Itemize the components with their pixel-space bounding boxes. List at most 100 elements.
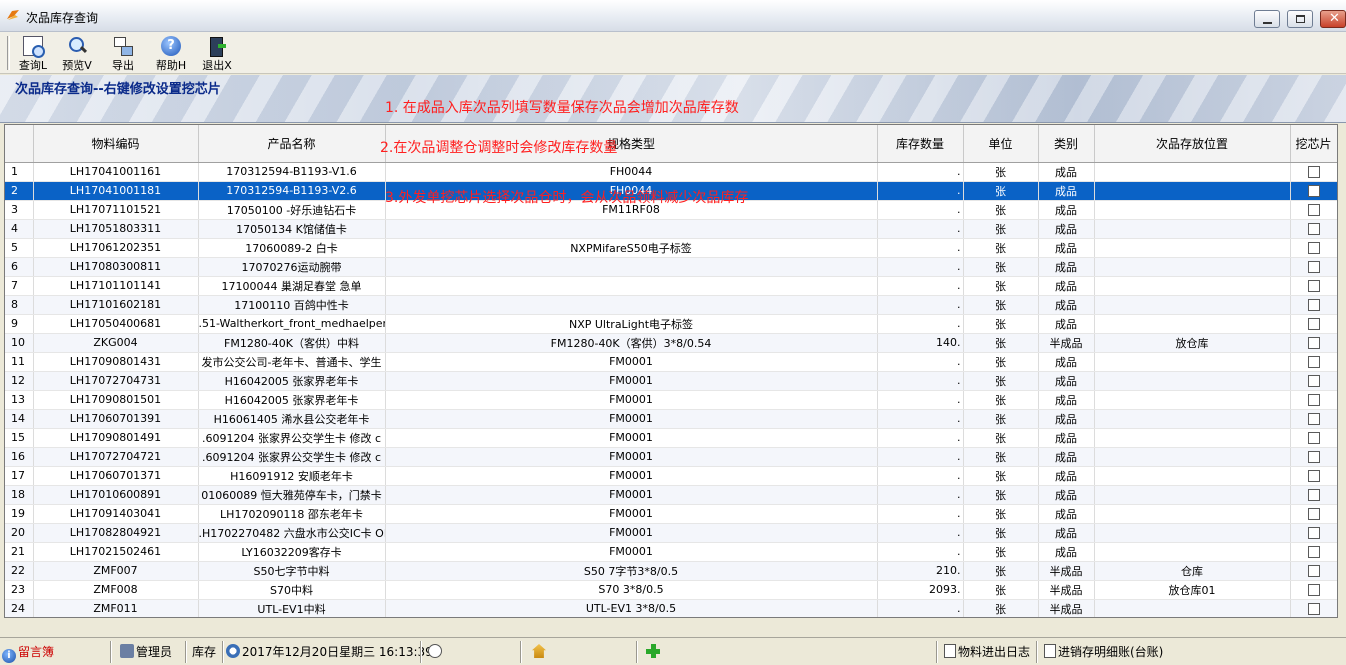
chip-extract-checkbox[interactable] <box>1307 204 1320 216</box>
row-number-cell[interactable]: 3 <box>5 200 34 220</box>
row-number-cell[interactable]: 21 <box>5 542 34 562</box>
material-code-cell[interactable]: ZMF011 <box>33 599 199 617</box>
chip-extract-checkbox[interactable] <box>1307 470 1320 482</box>
defect-location-cell[interactable] <box>1094 276 1291 296</box>
table-row[interactable]: 17 LH17060701371 H16091912 安顺老年卡 FM0001. 张成品 <box>5 466 1337 486</box>
stock-qty-cell[interactable]: . <box>877 504 964 524</box>
table-row[interactable]: 1 LH17041001161 170312594-B1193-V1.6 FH0044… <box>5 162 1337 182</box>
row-number-cell[interactable]: 22 <box>5 561 34 581</box>
unit-cell[interactable]: 张 <box>963 333 1039 353</box>
chip-extract-checkbox[interactable] <box>1307 508 1320 520</box>
row-number-cell[interactable]: 16 <box>5 447 34 467</box>
stock-qty-cell[interactable]: . <box>877 466 964 486</box>
category-cell[interactable]: 半成品 <box>1038 599 1095 617</box>
stock-qty-cell[interactable]: . <box>877 523 964 543</box>
chip-extract-checkbox[interactable] <box>1307 546 1320 558</box>
defect-location-cell[interactable] <box>1094 200 1291 220</box>
product-name-cell[interactable]: S50七字节中料 <box>198 561 386 581</box>
row-number-cell[interactable]: 6 <box>5 257 34 277</box>
chip-extract-checkbox[interactable] <box>1307 394 1320 406</box>
product-name-cell[interactable]: 17100044 巢湖足春堂 急单 <box>198 276 386 296</box>
table-row[interactable]: 13 LH17090801501 H16042005 张家界老年卡 FM0001. 张成… <box>5 390 1337 410</box>
home-item[interactable] <box>532 642 546 662</box>
category-cell[interactable]: 半成品 <box>1038 580 1095 600</box>
unit-cell[interactable]: 张 <box>963 371 1039 391</box>
defect-location-cell[interactable] <box>1094 371 1291 391</box>
defect-location-cell[interactable] <box>1094 542 1291 562</box>
material-code-cell[interactable]: LH17090801491 <box>33 428 199 448</box>
chip-extract-checkbox[interactable] <box>1307 489 1320 501</box>
table-row[interactable]: 8 LH17101602181 17100110 百鸽中性卡. 张成品 <box>5 295 1337 315</box>
material-code-cell[interactable]: LH17071101521 <box>33 200 199 220</box>
material-code-cell[interactable]: ZKG004 <box>33 333 199 353</box>
unit-cell[interactable]: 张 <box>963 428 1039 448</box>
chip-extract-checkbox[interactable] <box>1307 356 1320 368</box>
chip-extract-checkbox[interactable] <box>1307 432 1320 444</box>
material-code-cell[interactable]: ZMF008 <box>33 580 199 600</box>
defect-location-cell[interactable] <box>1094 162 1291 182</box>
table-row[interactable]: 2 LH17041001181 170312594-B1193-V2.6 FH0044… <box>5 181 1337 201</box>
stock-qty-cell[interactable]: 2093. <box>877 580 964 600</box>
material-log-item[interactable]: 物料进出日志 <box>944 642 1030 662</box>
table-row[interactable]: 6 LH17080300811 17070276运动腕带. 张成品 <box>5 257 1337 277</box>
product-name-cell[interactable]: H16042005 张家界老年卡 <box>198 371 386 391</box>
table-row[interactable]: 7 LH17101101141 17100044 巢湖足春堂 急单. 张成品 <box>5 276 1337 296</box>
unit-cell[interactable]: 张 <box>963 390 1039 410</box>
table-row[interactable]: 24 ZMF011 UTL-EV1中料 UTL-EV1 3*8/0.5. 张半成品 <box>5 599 1337 617</box>
table-row[interactable]: 5 LH17061202351 17060089-2 白卡 NXPMifareS50电… <box>5 238 1337 258</box>
unit-cell[interactable]: 张 <box>963 580 1039 600</box>
table-row[interactable]: 15 LH17090801491.6091204 张家界公交学生卡 修改 c FM0… <box>5 428 1337 448</box>
chip-extract-checkbox[interactable] <box>1307 565 1320 577</box>
product-name-cell[interactable]: LH1702090118 邵东老年卡 <box>198 504 386 524</box>
stock-qty-cell[interactable]: . <box>877 238 964 258</box>
maximize-button[interactable] <box>1287 10 1313 28</box>
stock-qty-cell[interactable]: 210. <box>877 561 964 581</box>
product-name-cell[interactable]: 发市公交公司-老年卡、普通卡、学生 <box>198 352 386 372</box>
row-number-cell[interactable]: 10 <box>5 333 34 353</box>
chip-extract-checkbox[interactable] <box>1307 299 1320 311</box>
unit-cell[interactable]: 张 <box>963 295 1039 315</box>
table-row[interactable]: 14 LH17060701391 H16061405 浠水县公交老年卡 FM0001.… <box>5 409 1337 429</box>
stock-qty-cell[interactable]: . <box>877 371 964 391</box>
product-name-cell[interactable]: 170312594-B1193-V2.6 <box>198 181 386 201</box>
product-name-cell[interactable]: 170312594-B1193-V1.6 <box>198 162 386 182</box>
product-name-cell[interactable]: FM1280-40K（客供）中料 <box>198 333 386 353</box>
category-cell[interactable]: 成品 <box>1038 447 1095 467</box>
product-name-cell[interactable]: S70中料 <box>198 580 386 600</box>
product-name-cell[interactable]: .51-Waltherkort_front_medhaelper <box>198 314 386 334</box>
material-code-cell[interactable]: LH17050400681 <box>33 314 199 334</box>
defect-location-cell[interactable] <box>1094 447 1291 467</box>
table-row[interactable]: 21 LH17021502461 LY16032209客存卡 FM0001. 张成品 <box>5 542 1337 562</box>
inventory-grid[interactable]: 物料编码 产品名称 规格类型 库存数量 单位 类别 次品存放位置 挖芯片 1 LH1704100… <box>4 124 1338 618</box>
export-button[interactable]: 导出 <box>102 34 144 72</box>
spec-type-header[interactable]: 规格类型 <box>385 125 878 163</box>
row-number-cell[interactable]: 8 <box>5 295 34 315</box>
chip-extract-checkbox[interactable] <box>1307 603 1320 615</box>
product-name-cell[interactable]: H16091912 安顺老年卡 <box>198 466 386 486</box>
material-code-cell[interactable]: LH17041001181 <box>33 181 199 201</box>
spec-type-cell[interactable]: FM11RF08 <box>385 200 878 220</box>
defect-location-cell[interactable] <box>1094 219 1291 239</box>
row-number-cell[interactable]: 1 <box>5 162 34 182</box>
material-code-cell[interactable]: LH17090801501 <box>33 390 199 410</box>
defect-location-header[interactable]: 次品存放位置 <box>1094 125 1291 163</box>
defect-location-cell[interactable] <box>1094 181 1291 201</box>
stock-qty-cell[interactable]: . <box>877 257 964 277</box>
help-button[interactable]: ? 帮助H <box>150 34 192 72</box>
product-name-cell[interactable]: LY16032209客存卡 <box>198 542 386 562</box>
exit-button[interactable]: 退出X <box>196 34 238 72</box>
product-name-cell[interactable]: H16061405 浠水县公交老年卡 <box>198 409 386 429</box>
product-name-cell[interactable]: 17100110 百鸽中性卡 <box>198 295 386 315</box>
stock-qty-cell[interactable]: . <box>877 162 964 182</box>
row-number-cell[interactable]: 9 <box>5 314 34 334</box>
category-cell[interactable]: 半成品 <box>1038 333 1095 353</box>
material-code-cell[interactable]: LH17060701391 <box>33 409 199 429</box>
category-cell[interactable]: 成品 <box>1038 390 1095 410</box>
stock-qty-cell[interactable]: . <box>877 219 964 239</box>
defect-location-cell[interactable] <box>1094 466 1291 486</box>
material-code-cell[interactable]: LH17090801431 <box>33 352 199 372</box>
category-cell[interactable]: 成品 <box>1038 371 1095 391</box>
row-number-header[interactable] <box>5 125 34 163</box>
stock-qty-cell[interactable]: . <box>877 542 964 562</box>
chip-extract-checkbox[interactable] <box>1307 527 1320 539</box>
